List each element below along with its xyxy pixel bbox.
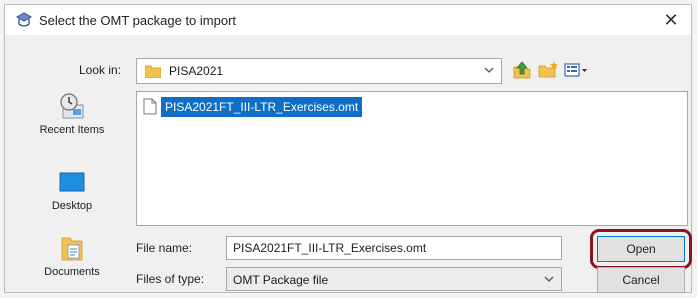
desktop-icon	[59, 172, 85, 192]
chevron-down-icon	[484, 67, 494, 73]
look-in-dropdown[interactable]: PISA2021	[136, 58, 502, 84]
chevron-down-icon	[544, 276, 554, 282]
up-folder-icon[interactable]	[511, 59, 533, 81]
place-label: Recent Items	[39, 124, 105, 136]
file-name-label: File name:	[136, 241, 193, 255]
file-name-input[interactable]	[226, 236, 562, 260]
close-button[interactable]: ✕	[657, 7, 685, 33]
file-list[interactable]: PISA2021FT_III-LTR_Exercises.omt	[136, 91, 688, 226]
place-recent-items[interactable]: Recent Items	[25, 91, 119, 136]
new-folder-icon[interactable]	[537, 59, 559, 81]
file-type-value: OMT Package file	[233, 273, 329, 287]
file-icon	[143, 98, 157, 115]
look-in-value: PISA2021	[169, 64, 224, 78]
place-documents[interactable]: Documents	[25, 233, 119, 278]
documents-icon	[61, 237, 83, 261]
view-menu-icon[interactable]	[563, 59, 589, 81]
places-bar: Recent Items Desktop Documents	[25, 91, 119, 291]
file-name: PISA2021FT_III-LTR_Exercises.omt	[161, 97, 363, 117]
cancel-button[interactable]: Cancel	[597, 267, 685, 293]
open-button[interactable]: Open	[597, 236, 685, 262]
close-icon: ✕	[663, 10, 679, 30]
place-label: Documents	[44, 266, 100, 278]
file-type-label: Files of type:	[136, 272, 205, 286]
title-bar: Select the OMT package to import ✕	[5, 5, 691, 35]
folder-icon	[145, 65, 161, 78]
import-dialog: Select the OMT package to import ✕ Look …	[4, 4, 692, 293]
recent-items-icon	[60, 93, 84, 119]
file-type-dropdown[interactable]: OMT Package file	[226, 267, 562, 291]
place-desktop[interactable]: Desktop	[25, 167, 119, 212]
dialog-title: Select the OMT package to import	[39, 13, 237, 28]
app-icon	[15, 12, 33, 27]
look-in-label: Look in:	[79, 63, 122, 77]
place-label: Desktop	[51, 200, 93, 212]
